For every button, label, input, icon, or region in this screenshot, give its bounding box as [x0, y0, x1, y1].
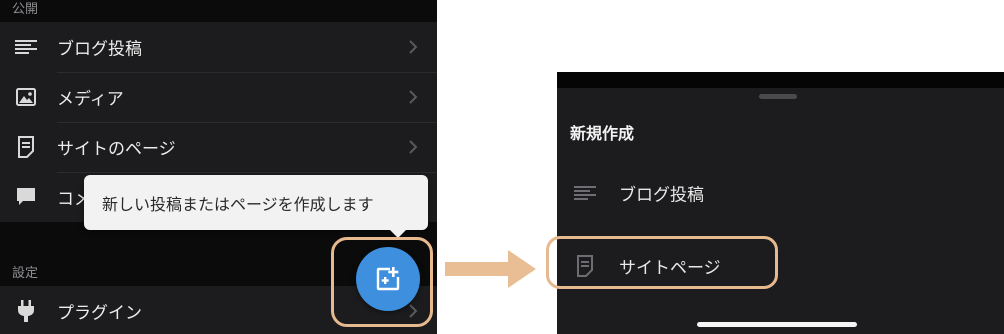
menu-item-site-pages[interactable]: サイトのページ: [0, 122, 437, 172]
tooltip-text: 新しい投稿またはページを作成します: [102, 194, 374, 214]
sheet-backdrop: [557, 72, 1004, 88]
menu-item-media[interactable]: メディア: [0, 72, 437, 122]
left-screen: 公開 ブログ投稿 メディア サイトのページ コメ 設定 プラグイン 新しい投稿ま…: [0, 0, 437, 334]
chevron-right-icon: [409, 90, 418, 104]
home-indicator: [697, 322, 857, 327]
menu-item-blog-posts[interactable]: ブログ投稿: [0, 22, 437, 72]
flow-arrow-head: [508, 250, 536, 288]
create-tooltip: 新しい投稿またはページを作成します: [84, 175, 428, 238]
menu-item-label: ブログ投稿: [57, 39, 142, 60]
plugin-icon: [14, 299, 38, 323]
section-header-public: 公開: [12, 2, 39, 17]
posts-icon: [14, 35, 38, 59]
media-image-icon: [14, 85, 38, 109]
posts-icon: [573, 181, 597, 205]
section-header-settings: 設定: [12, 266, 39, 281]
option-blog-post[interactable]: ブログ投稿: [557, 168, 1004, 218]
menu-item-label: サイトのページ: [57, 139, 176, 160]
menu-item-label: メディア: [57, 89, 124, 110]
right-screen-bottom-sheet: 新規作成 ブログ投稿 サイトページ: [557, 72, 1004, 334]
flow-arrow-shaft: [445, 262, 511, 276]
menu-item-label: プラグイン: [57, 303, 142, 324]
sheet-grabber-handle[interactable]: [759, 94, 797, 99]
chevron-right-icon: [409, 140, 418, 154]
comment-icon: [14, 185, 38, 209]
sheet-title: 新規作成: [570, 124, 635, 143]
chevron-right-icon: [409, 40, 418, 54]
page-icon: [14, 135, 38, 159]
fab-highlight-frame: [331, 237, 433, 327]
option-label: ブログ投稿: [619, 185, 704, 206]
site-page-highlight-frame: [546, 236, 778, 289]
